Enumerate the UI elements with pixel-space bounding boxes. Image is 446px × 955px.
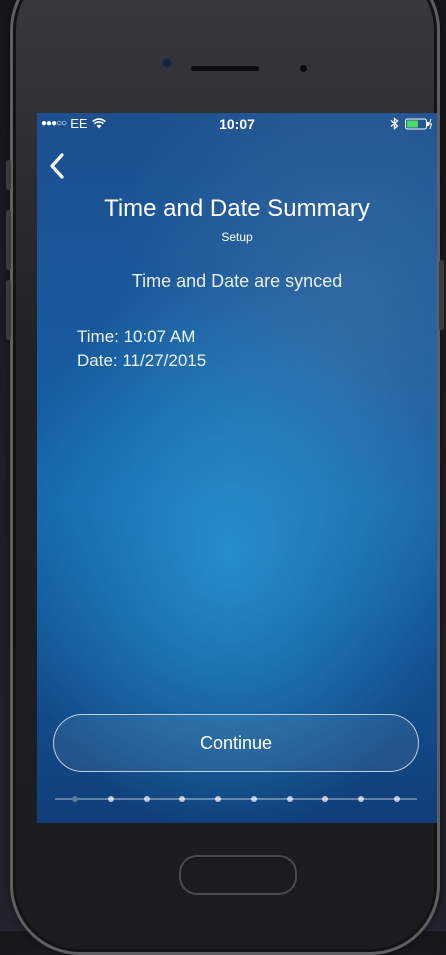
status-indicators — [390, 117, 433, 130]
front-camera — [161, 57, 173, 69]
progress-dot — [179, 796, 186, 802]
date-value: Date: 11/27/2015 — [77, 351, 207, 370]
progress-dot — [143, 796, 150, 802]
mute-switch — [6, 160, 11, 190]
progress-dot — [107, 796, 114, 802]
time-value: Time: 10:07 AM — [77, 327, 196, 346]
status-bar: ●●●○○ EE 10:07 — [37, 113, 437, 135]
page-title: Time and Date Summary — [104, 195, 370, 222]
battery-icon — [405, 118, 433, 129]
progress-dot — [322, 796, 329, 802]
page-subtitle: Setup — [221, 230, 253, 244]
app-screen: ●●●○○ EE 10:07 Time and Date Summary Set… — [37, 113, 437, 823]
progress-dot — [215, 796, 222, 802]
back-arrow-icon[interactable] — [45, 151, 71, 181]
progress-dot — [250, 796, 257, 802]
home-button[interactable] — [179, 855, 297, 895]
progress-dot — [286, 796, 293, 802]
power-button — [439, 260, 444, 330]
volume-up-button — [6, 210, 11, 270]
status-time: 10:07 — [219, 116, 255, 132]
setup-progress-indicator — [55, 793, 417, 805]
continue-button[interactable]: Continue — [53, 714, 419, 772]
time-date-info: Time: 10:07 AM Date: 11/27/2015 — [77, 325, 206, 373]
progress-dot — [358, 796, 365, 802]
bluetooth-icon — [390, 117, 399, 130]
progress-dot — [394, 796, 400, 802]
earpiece-speaker — [191, 66, 259, 71]
proximity-sensor — [300, 65, 307, 72]
volume-down-button — [6, 280, 11, 340]
sync-status-message: Time and Date are synced — [131, 271, 343, 291]
progress-dot — [72, 796, 78, 802]
